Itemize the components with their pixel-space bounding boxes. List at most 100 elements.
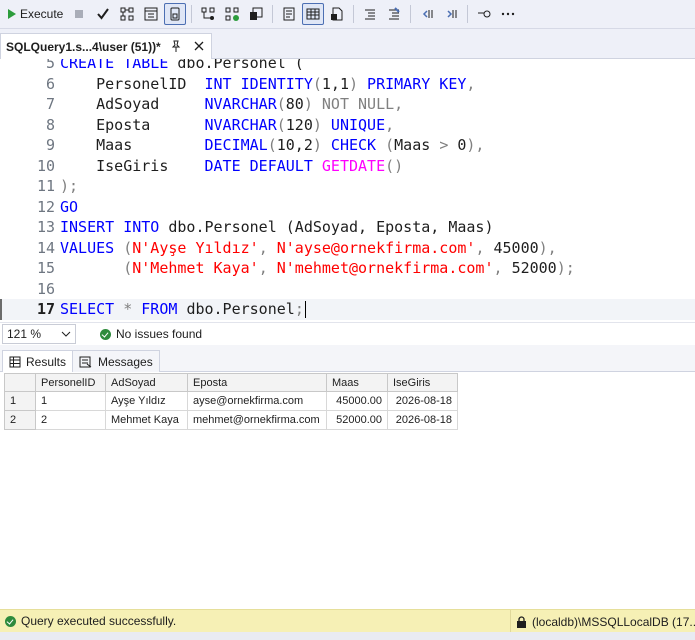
code-line[interactable]: 7 AdSoyad NVARCHAR(80) NOT NULL, — [0, 94, 695, 115]
table-row[interactable]: 1 1 Ayşe Yıldız ayse@ornekfirma.com 4500… — [4, 391, 458, 411]
increase-indent-icon — [447, 10, 457, 18]
code-text[interactable]: PersonelID INT IDENTITY(1,1) PRIMARY KEY… — [60, 74, 475, 95]
code-line[interactable]: 6 PersonelID INT IDENTITY(1,1) PRIMARY K… — [0, 74, 695, 95]
code-text[interactable]: INSERT INTO dbo.Personel (AdSoyad, Epost… — [60, 217, 493, 238]
tab-results[interactable]: Results — [2, 350, 74, 372]
specify-values-button[interactable] — [473, 3, 495, 25]
code-token: INT IDENTITY — [204, 74, 313, 93]
code-token: ( — [267, 136, 277, 154]
table-row[interactable]: 2 2 Mehmet Kaya mehmet@ornekfirma.com 52… — [4, 410, 458, 430]
code-line[interactable]: 5 CREATE TABLE dbo.Personel ( — [0, 59, 695, 74]
cell-maas[interactable]: 45000.00 — [326, 391, 388, 411]
parse-button[interactable] — [92, 3, 114, 25]
code-text[interactable]: AdSoyad NVARCHAR(80) NOT NULL, — [60, 94, 403, 115]
code-token: ) — [303, 95, 313, 113]
results-to-text-button[interactable] — [278, 3, 300, 25]
messages-icon — [79, 356, 92, 367]
code-text[interactable]: Eposta NVARCHAR(120) UNIQUE, — [60, 115, 394, 136]
column-header[interactable]: AdSoyad — [105, 373, 188, 392]
code-line[interactable]: 8 Eposta NVARCHAR(120) UNIQUE, — [0, 115, 695, 136]
more-button[interactable] — [497, 3, 519, 25]
results-to-file-icon — [331, 7, 343, 21]
query-options-button[interactable] — [140, 3, 162, 25]
column-header[interactable]: PersonelID — [35, 373, 106, 392]
column-header[interactable]: IseGiris — [387, 373, 458, 392]
cell-personelid[interactable]: 2 — [35, 410, 106, 430]
code-text[interactable]: VALUES (N'Ayşe Yıldız', N'ayse@ornekfirm… — [60, 238, 557, 259]
cell-isegiris[interactable]: 2026-08-18 — [387, 410, 458, 430]
code-line[interactable]: 13 INSERT INTO dbo.Personel (AdSoyad, Epo… — [0, 217, 695, 238]
comment-icon — [365, 9, 376, 20]
code-line[interactable]: 16 — [0, 279, 695, 300]
code-text[interactable]: SELECT * FROM dbo.Personel; — [60, 299, 306, 320]
cell-personelid[interactable]: 1 — [35, 391, 106, 411]
code-line[interactable]: 15 (N'Mehmet Kaya', N'mehmet@ornekfirma.… — [0, 258, 695, 279]
code-line[interactable]: 17 SELECT * FROM dbo.Personel; — [0, 299, 695, 320]
column-header[interactable]: Maas — [326, 373, 388, 392]
code-token: CREATE TABLE — [60, 59, 178, 72]
pin-icon[interactable] — [169, 39, 183, 53]
stop-button[interactable] — [68, 3, 90, 25]
code-line[interactable]: 10 IseGiris DATE DEFAULT GETDATE() — [0, 156, 695, 177]
code-token: ( — [312, 74, 322, 93]
client-stats-button[interactable] — [245, 3, 267, 25]
code-token: N'ayse@ornekfirma.com' — [276, 238, 476, 257]
cell-adsoyad[interactable]: Mehmet Kaya — [105, 410, 188, 430]
tab-messages[interactable]: Messages — [72, 350, 160, 372]
row-number[interactable]: 1 — [4, 391, 36, 411]
code-text[interactable]: ); — [60, 176, 78, 197]
column-header[interactable]: Eposta — [187, 373, 327, 392]
cell-eposta[interactable]: ayse@ornekfirma.com — [187, 391, 327, 411]
row-number[interactable]: 2 — [4, 410, 36, 430]
line-number: 10 — [36, 156, 55, 175]
live-stats-button[interactable] — [221, 3, 243, 25]
zoom-dropdown[interactable]: 121 % — [2, 324, 76, 344]
code-token: IseGiris — [60, 156, 205, 175]
code-token: , — [475, 238, 494, 257]
code-token: Eposta — [60, 115, 205, 134]
code-line[interactable]: 14 VALUES (N'Ayşe Yıldız', N'ayse@ornekfi… — [0, 238, 695, 259]
sql-editor[interactable]: 5 CREATE TABLE dbo.Personel (6 PersonelID… — [0, 59, 695, 322]
code-line[interactable]: 12 GO — [0, 197, 695, 218]
cell-eposta[interactable]: mehmet@ornekfirma.com — [187, 410, 327, 430]
close-icon[interactable] — [192, 39, 206, 53]
window-bottom-edge — [0, 632, 695, 640]
code-line[interactable]: 11); — [0, 176, 695, 197]
text-cursor — [304, 301, 306, 318]
results-grid[interactable]: PersonelID AdSoyad Eposta Maas IseGiris … — [4, 373, 458, 430]
uncomment-button[interactable] — [383, 3, 405, 25]
cell-adsoyad[interactable]: Ayşe Yıldız — [105, 391, 188, 411]
include-plan-button[interactable] — [197, 3, 219, 25]
code-token: , — [466, 74, 476, 93]
execute-button[interactable]: Execute — [4, 3, 67, 25]
query-document-tab[interactable]: SQLQuery1.s...4\user (51))* — [0, 33, 212, 59]
code-text[interactable]: (N'Mehmet Kaya', N'mehmet@ornekfirma.com… — [60, 258, 575, 279]
code-line[interactable]: 9 Maas DECIMAL(10,2) CHECK (Maas > 0), — [0, 135, 695, 156]
code-token: ), — [466, 136, 485, 154]
code-text[interactable]: Maas DECIMAL(10,2) CHECK (Maas > 0), — [60, 135, 484, 156]
code-token: ; — [294, 300, 304, 318]
code-text[interactable]: CREATE TABLE dbo.Personel ( — [60, 59, 304, 74]
results-grid-button[interactable] — [164, 3, 187, 25]
query-options-icon — [144, 7, 158, 21]
cell-isegiris[interactable]: 2026-08-18 — [387, 391, 458, 411]
decrease-indent-button[interactable] — [416, 3, 438, 25]
code-text[interactable]: GO — [60, 197, 78, 218]
cell-maas[interactable]: 52000.00 — [326, 410, 388, 430]
increase-indent-button[interactable] — [440, 3, 462, 25]
line-number: 16 — [36, 279, 55, 298]
display-plan-button[interactable] — [116, 3, 138, 25]
status-message: Query executed successfully. — [5, 614, 176, 628]
code-token: dbo.Personel (AdSoyad, Eposta, Maas) — [168, 218, 494, 236]
results-to-grid-toggle[interactable] — [302, 3, 325, 25]
line-number: 8 — [45, 115, 55, 134]
code-token: VALUES — [60, 238, 124, 257]
issues-indicator[interactable]: No issues found — [100, 327, 202, 341]
code-text[interactable]: IseGiris DATE DEFAULT GETDATE() — [60, 156, 403, 177]
comment-button[interactable] — [359, 3, 381, 25]
tab-results-label: Results — [26, 354, 67, 369]
code-token: , — [385, 115, 395, 134]
results-to-file-button[interactable] — [326, 3, 348, 25]
row-number-header[interactable] — [4, 373, 36, 392]
line-number: 5 — [45, 59, 55, 72]
